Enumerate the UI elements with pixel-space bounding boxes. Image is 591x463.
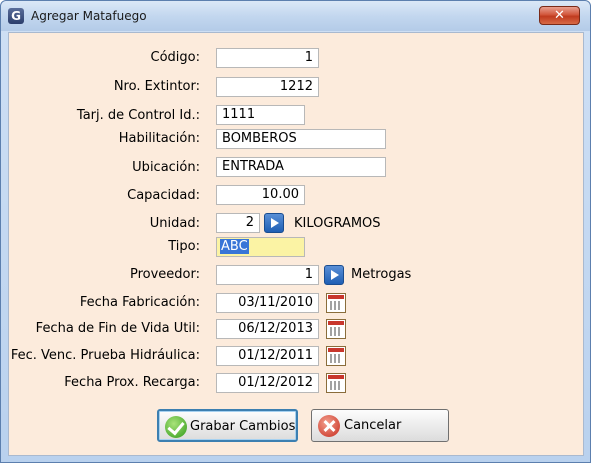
capacidad-field[interactable]: 10.00: [216, 185, 305, 205]
calendar-icon[interactable]: [326, 346, 346, 366]
proveedor-field[interactable]: 1: [216, 265, 319, 285]
dialog-window: G Agregar Matafuego ✕ Código: 1 Nro. Ext…: [0, 0, 591, 463]
proveedor-label: Proveedor:: [129, 267, 200, 282]
app-icon: G: [8, 8, 24, 24]
calendar-icon[interactable]: [326, 293, 346, 313]
fec-venc-prueba-field[interactable]: 01/12/2011: [216, 346, 319, 366]
title-bar[interactable]: G Agregar Matafuego ✕: [1, 1, 590, 31]
fecha-fin-vida-label: Fecha de Fin de Vida Util:: [35, 321, 200, 336]
fecha-fin-vida-field[interactable]: 06/12/2013: [216, 319, 319, 339]
ubicacion-field[interactable]: ENTRADA: [216, 157, 386, 177]
unidad-description: KILOGRAMOS: [294, 216, 381, 231]
calendar-icon[interactable]: [326, 319, 346, 339]
tipo-label: Tipo:: [168, 239, 200, 254]
capacidad-label: Capacidad:: [127, 188, 200, 203]
save-button-label: Grabar Cambios: [190, 419, 296, 434]
tarj-control-label: Tarj. de Control Id.:: [76, 108, 200, 123]
ubicacion-label: Ubicación:: [132, 160, 200, 175]
close-button[interactable]: ✕: [539, 6, 580, 25]
codigo-label: Código:: [150, 50, 200, 65]
checkmark-icon: [165, 416, 187, 438]
tarj-control-field[interactable]: 1111: [216, 105, 305, 125]
proveedor-description: Metrogas: [351, 267, 412, 282]
fecha-prox-recarga-field[interactable]: 01/12/2012: [216, 373, 319, 393]
tipo-selected-text: ABC: [220, 239, 249, 254]
cancel-button-label: Cancelar: [344, 418, 402, 433]
fecha-prox-recarga-label: Fecha Prox. Recarga:: [64, 375, 200, 390]
nro-extintor-field[interactable]: 1212: [216, 77, 319, 97]
tipo-field[interactable]: ABC: [216, 237, 305, 257]
unidad-label: Unidad:: [149, 216, 200, 231]
calendar-icon[interactable]: [326, 373, 346, 393]
codigo-field[interactable]: 1: [216, 48, 319, 68]
nro-extintor-label: Nro. Extintor:: [113, 79, 200, 94]
fecha-fabricacion-field[interactable]: 03/11/2010: [216, 293, 319, 313]
habilitacion-field[interactable]: BOMBEROS: [216, 129, 386, 149]
unidad-field[interactable]: 2: [216, 213, 260, 233]
proveedor-lookup-button[interactable]: [324, 265, 344, 285]
window-title: Agregar Matafuego: [31, 9, 147, 23]
fec-venc-prueba-label: Fec. Venc. Prueba Hidráulica:: [10, 348, 200, 363]
unidad-lookup-button[interactable]: [264, 213, 284, 233]
save-button[interactable]: Grabar Cambios: [157, 409, 298, 442]
form-panel: Código: 1 Nro. Extintor: 1212 Tarj. de C…: [8, 32, 584, 456]
cancel-button[interactable]: Cancelar: [311, 409, 449, 442]
fecha-fabricacion-label: Fecha Fabricación:: [79, 295, 200, 310]
habilitacion-label: Habilitación:: [118, 131, 200, 146]
cancel-icon: [318, 415, 340, 437]
